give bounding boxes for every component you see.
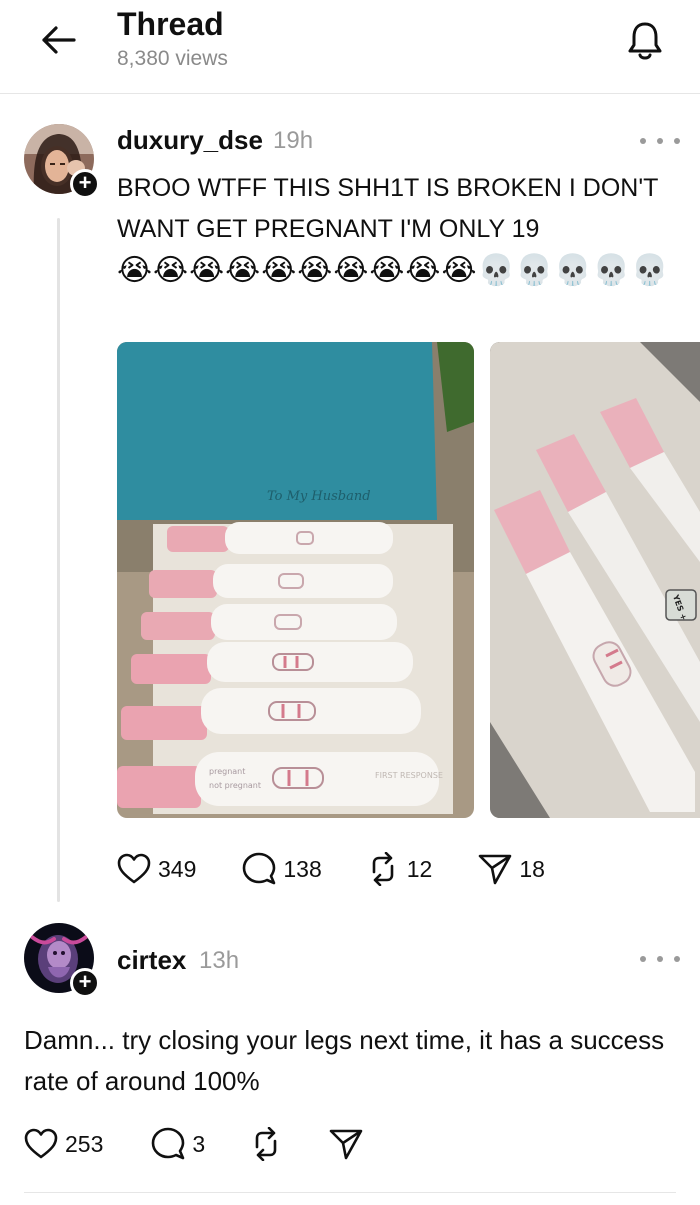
reply-like-button[interactable]: 253	[24, 1128, 103, 1160]
more-dot-icon	[640, 138, 646, 144]
comment-icon	[152, 1127, 185, 1160]
back-button[interactable]	[36, 20, 80, 60]
stick-label-pregnant: pregnant	[209, 767, 245, 776]
reply-author-username[interactable]: cirtex	[117, 945, 186, 976]
more-dot-icon	[640, 956, 646, 962]
more-dot-icon	[657, 138, 663, 144]
notifications-button[interactable]	[622, 18, 668, 64]
page-title: Thread	[117, 6, 224, 42]
post-image-2[interactable]: YES +	[490, 342, 700, 818]
repost-button[interactable]: 12	[366, 852, 433, 886]
reply-reply-count: 3	[192, 1130, 206, 1157]
reply-like-count: 253	[65, 1130, 104, 1157]
reply-more-button[interactable]	[640, 949, 680, 969]
post-timestamp: 19h	[273, 127, 314, 154]
reply-timestamp: 13h	[199, 947, 240, 974]
send-icon	[329, 1129, 363, 1160]
share-count: 18	[519, 855, 545, 882]
reply-share-button[interactable]	[329, 1128, 363, 1160]
stick-label-not-pregnant: not pregnant	[209, 781, 261, 790]
post-more-button[interactable]	[640, 131, 680, 151]
like-button[interactable]: 349	[117, 853, 196, 885]
like-count: 349	[158, 855, 197, 882]
heart-icon	[24, 1128, 58, 1159]
follow-plus-icon[interactable]: +	[70, 968, 100, 998]
reply-action-bar: 253 3	[24, 1127, 363, 1161]
stick-brand-label: FIRST RESPONSE	[375, 771, 443, 780]
repost-icon	[255, 1127, 277, 1161]
post-author-username[interactable]: duxury_dse	[117, 125, 263, 156]
reply-button[interactable]: 138	[242, 852, 322, 886]
heart-icon	[117, 853, 151, 884]
bell-icon	[628, 22, 662, 60]
repost-count: 12	[406, 855, 433, 882]
reply-count: 138	[283, 855, 322, 882]
post-image-1[interactable]: To My Husband pregnant not pregnant FIRS…	[117, 342, 474, 818]
arrow-left-icon	[42, 26, 76, 54]
thread-header: Thread 8,380 views	[0, 0, 700, 94]
reply-reply-button[interactable]: 3	[151, 1127, 205, 1161]
repost-icon	[372, 852, 394, 886]
test-stick-1	[167, 522, 393, 554]
comment-icon	[243, 852, 276, 885]
post-emoji-text: 😭😭😭😭😭😭😭😭😭😭💀💀💀💀💀	[117, 254, 670, 287]
post-body-text: BROO WTFF THIS SHH1T IS BROKEN I DON'T W…	[117, 174, 658, 243]
card-handwriting: To My Husband	[267, 489, 371, 504]
view-count: 8,380 views	[117, 47, 228, 70]
follow-plus-icon[interactable]: +	[70, 169, 100, 199]
more-dot-icon	[674, 956, 680, 962]
thread-connector-line	[57, 218, 60, 902]
post-action-bar: 349 138 12 18	[117, 852, 545, 886]
send-icon	[479, 854, 512, 885]
more-dot-icon	[657, 956, 663, 962]
share-button[interactable]: 18	[478, 853, 545, 885]
reply-body-text: Damn... try closing your legs next time,…	[24, 1025, 665, 1096]
reply-repost-button[interactable]	[249, 1127, 283, 1161]
divider	[24, 1192, 676, 1193]
more-dot-icon	[674, 138, 680, 144]
